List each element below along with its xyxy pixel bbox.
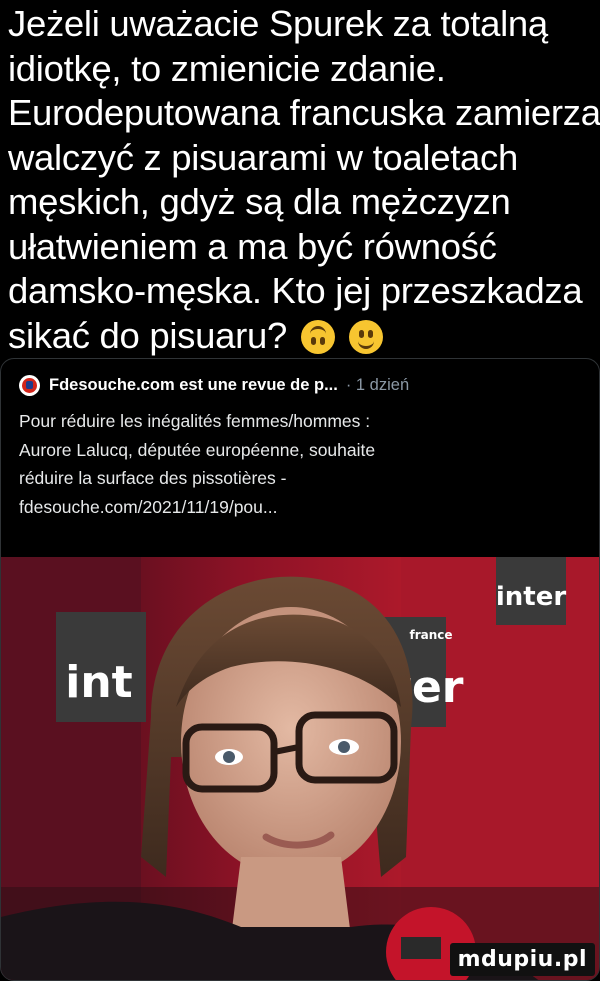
smiling-face-icon xyxy=(348,319,383,354)
caption-line: męskich, gdyż są dla mężczyzn xyxy=(8,181,511,222)
caption-line: sikać do pisuaru? xyxy=(8,314,287,356)
logo-text: int xyxy=(65,657,132,708)
portrait-illustration: inter int inter france xyxy=(1,557,599,980)
description-line: Pour réduire les inégalités femmes/homme… xyxy=(19,411,371,431)
link-source[interactable]: Fdesouche.com est une revue de p... xyxy=(49,376,338,395)
link-description: Pour réduire les inégalités femmes/homme… xyxy=(19,407,589,521)
caption-line: Eurodeputowana francuska zamierza xyxy=(8,92,600,133)
caption-line: ułatwieniem a ma być równość xyxy=(8,225,497,267)
logo-text: france xyxy=(409,628,452,642)
caption-line: damsko-męska. Kto jej przeszkadza xyxy=(8,270,583,311)
caption-line: walczyć z pisuarami w toaletach xyxy=(8,136,519,178)
site-watermark: mdupiu.pl xyxy=(449,943,595,976)
upside-down-face-icon xyxy=(300,319,335,354)
caption-last-line: sikać do pisuaru? xyxy=(8,314,596,359)
logo-text: inter xyxy=(496,582,566,612)
link-timestamp: · 1 dzień xyxy=(345,376,410,394)
link-preview-image[interactable]: inter int inter france xyxy=(1,557,599,980)
link-preview-card[interactable]: Fdesouche.com est une revue de p... · 1 … xyxy=(0,358,600,981)
caption-line: Jeżeli uważacie Spurek za totalną xyxy=(8,3,548,44)
description-line: réduire la surface des pissotières - xyxy=(19,468,287,488)
link-card-header: Fdesouche.com est une revue de p... · 1 … xyxy=(19,375,589,396)
site-favicon-icon xyxy=(19,375,40,396)
post-caption: Jeżeli uważacie Spurek za totalną idiotk… xyxy=(8,2,600,359)
description-line: Aurore Lalucq, députée européenne, souha… xyxy=(19,439,376,460)
description-line: fdesouche.com/2021/11/19/pou... xyxy=(19,496,278,517)
caption-line: idiotkę, to zmienicie zdanie. xyxy=(8,47,446,89)
